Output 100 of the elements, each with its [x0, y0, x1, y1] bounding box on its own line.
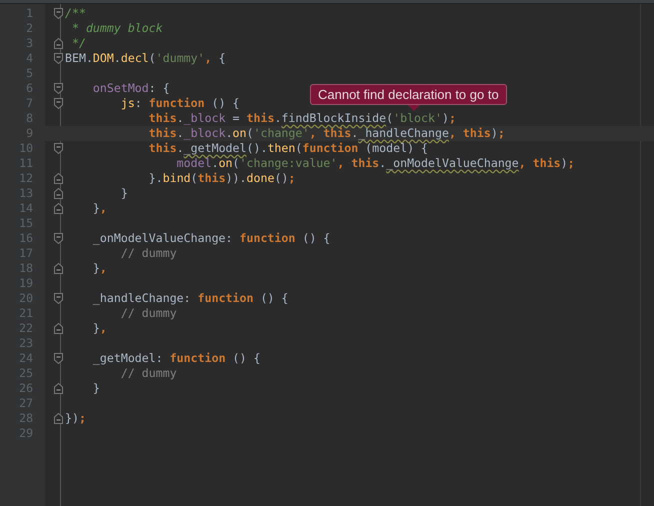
- code-token: 'change': [254, 126, 310, 141]
- code-token: onSetMod: [92, 81, 149, 96]
- code-token: (: [246, 126, 254, 141]
- code-token: }: [92, 381, 100, 396]
- code-token: 'change:value': [240, 156, 338, 171]
- code-token: function: [302, 141, 358, 156]
- code-token: // dummy: [120, 306, 177, 321]
- fold-marker-icon[interactable]: [54, 98, 63, 109]
- code-token: ;: [288, 171, 296, 186]
- fold-marker-icon[interactable]: [54, 188, 63, 199]
- code-token: done: [246, 171, 274, 186]
- code-token: function: [148, 96, 205, 111]
- code-token: function: [240, 231, 296, 246]
- code-token: ,: [309, 126, 316, 141]
- code-token: _handleChange:: [92, 291, 192, 306]
- code-token: () {: [232, 351, 260, 366]
- code-token: (: [148, 51, 156, 66]
- code-token: {: [218, 51, 226, 66]
- code-token: (: [232, 156, 240, 171]
- code-token: this: [246, 111, 274, 126]
- code-token: 'block': [393, 111, 442, 126]
- code-token: this: [148, 111, 177, 126]
- code-token: _onModelValueChange:: [92, 231, 234, 246]
- fold-marker-icon[interactable]: [54, 8, 63, 19]
- code-token: (: [190, 171, 198, 186]
- code-token: on: [218, 156, 233, 171]
- code-token: }): [65, 411, 79, 426]
- code-token: ;: [448, 111, 456, 126]
- code-token: this: [532, 156, 561, 171]
- code-token: .: [226, 126, 233, 141]
- code-token: () {: [259, 291, 288, 306]
- code-token: }: [92, 321, 100, 336]
- code-token: .: [114, 51, 121, 66]
- code-token: /**: [65, 6, 86, 21]
- code-token: }: [92, 261, 100, 276]
- fold-marker-icon[interactable]: [54, 143, 63, 154]
- code-token: ): [490, 126, 498, 141]
- code-token: ,: [518, 156, 526, 171]
- code-token: BEM.: [65, 51, 93, 66]
- code-token: .: [176, 141, 184, 156]
- code-token: ,: [100, 321, 107, 336]
- code-token: (: [295, 141, 302, 156]
- code-token: }: [120, 186, 128, 201]
- code-token: ,: [100, 201, 107, 216]
- fold-marker-icon[interactable]: [54, 173, 63, 184]
- code-token: .: [176, 111, 184, 126]
- code-token: =: [232, 111, 241, 126]
- code-token: bind: [162, 171, 191, 186]
- code-token: 'dummy': [156, 51, 205, 66]
- fold-marker-icon[interactable]: [54, 38, 63, 49]
- fold-marker-icon[interactable]: [54, 353, 63, 364]
- code-token: */: [70, 36, 86, 51]
- fold-marker-icon[interactable]: [54, 263, 63, 274]
- error-tooltip: Cannot find declaration to go to: [310, 84, 507, 105]
- code-token: ,: [448, 126, 456, 141]
- code-token: // dummy: [120, 366, 177, 381]
- code-token: ,: [337, 156, 344, 171]
- fold-marker-icon[interactable]: [54, 293, 63, 304]
- code-token: )).: [226, 171, 247, 186]
- fold-marker-icon[interactable]: [54, 83, 63, 94]
- code-token: .: [379, 156, 386, 171]
- code-token: }.: [148, 171, 163, 186]
- code-token: ;: [78, 411, 86, 426]
- code-token: ().: [246, 141, 268, 156]
- fold-marker-icon[interactable]: [54, 233, 63, 244]
- fold-marker-icon[interactable]: [54, 203, 63, 214]
- code-token: (model) {: [364, 141, 428, 156]
- code-token: this: [322, 126, 352, 141]
- code-token: * dummy block: [70, 21, 163, 36]
- code-token: _handleChange: [358, 126, 449, 141]
- code-token: then: [267, 141, 296, 156]
- code-token: ;: [568, 156, 575, 171]
- tooltip-pointer: [408, 105, 420, 111]
- code-token: this: [148, 126, 177, 141]
- code-token: this: [148, 141, 177, 156]
- code-token: this: [462, 126, 491, 141]
- code-token: ,: [204, 51, 212, 66]
- code-token: _getModel:: [92, 351, 164, 366]
- code-token: .: [212, 156, 219, 171]
- code-token: (): [274, 171, 288, 186]
- fold-marker-icon[interactable]: [54, 53, 63, 64]
- code-token: :: [134, 96, 143, 111]
- fold-marker-icon[interactable]: [54, 413, 63, 424]
- code-token: _block: [184, 126, 226, 141]
- code-token: model: [176, 156, 212, 171]
- code-token: _onModelValueChange: [386, 156, 519, 171]
- fold-marker-icon[interactable]: [54, 383, 63, 394]
- code-token: DOM: [92, 51, 114, 66]
- fold-marker-icon[interactable]: [54, 323, 63, 334]
- code-token: () {: [301, 231, 330, 246]
- code-token: ,: [100, 261, 107, 276]
- code-token: function: [198, 291, 254, 306]
- code-token: decl: [120, 51, 149, 66]
- code-token: function: [170, 351, 226, 366]
- code-token: : {: [148, 81, 170, 96]
- code-token: ): [442, 111, 449, 126]
- code-token: this: [350, 156, 380, 171]
- code-token: () {: [210, 96, 240, 111]
- code-token: js: [120, 96, 135, 111]
- code-token: _getModel: [184, 141, 246, 156]
